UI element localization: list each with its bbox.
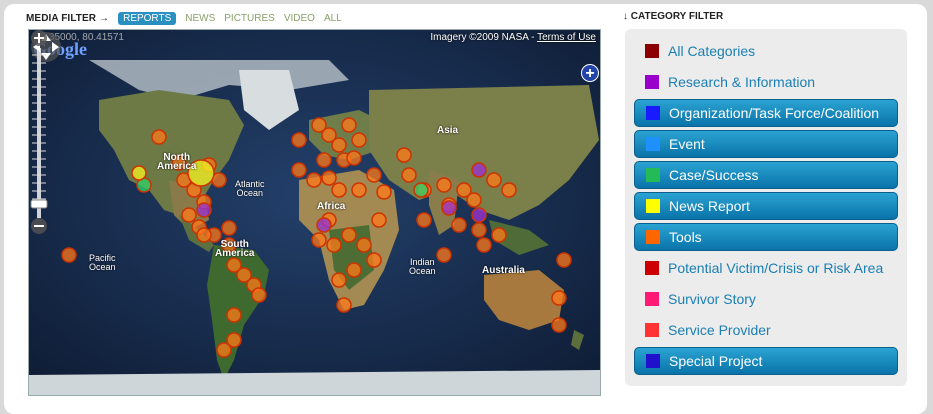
overview-map-button[interactable]: + — [581, 64, 599, 82]
label-atlantic-ocean: Atlantic Ocean — [235, 179, 265, 198]
category-swatch — [646, 106, 660, 120]
category-swatch — [645, 292, 659, 306]
label-south-america: South America — [215, 239, 255, 259]
tab-pictures[interactable]: PICTURES — [224, 13, 275, 24]
category-swatch — [646, 354, 660, 368]
category-tools[interactable]: Tools — [634, 223, 898, 251]
label-pacific-ocean: Pacific Ocean — [89, 253, 116, 272]
category-special-project[interactable]: Special Project — [634, 347, 898, 375]
tab-all[interactable]: ALL — [324, 13, 342, 24]
map-attribution: Imagery ©2009 NASA - Terms of Use — [430, 32, 596, 43]
category-organization-task-force[interactable]: Organization/Task Force/Coalition — [634, 99, 898, 127]
category-swatch — [645, 261, 659, 275]
tab-news[interactable]: NEWS — [185, 13, 215, 24]
category-swatch — [646, 168, 660, 182]
category-case-success[interactable]: Case/Success — [634, 161, 898, 189]
category-swatch — [645, 44, 659, 58]
label-asia: Asia — [437, 125, 459, 136]
category-swatch — [645, 75, 659, 89]
category-potential-victim[interactable]: Potential Victim/Crisis or Risk Area — [634, 254, 898, 282]
map-imagery — [29, 30, 600, 395]
media-filter-bar: MEDIA FILTER → REPORTS NEWS PICTURES VID… — [26, 11, 342, 25]
category-swatch — [645, 323, 659, 337]
tab-video[interactable]: VIDEO — [284, 13, 315, 24]
category-service-provider[interactable]: Service Provider — [634, 316, 898, 344]
label-australia: Australia — [482, 265, 525, 276]
world-map[interactable]: 78.35000, 80.41571 Google Imagery ©2009 … — [28, 29, 601, 396]
terms-of-use-link[interactable]: Terms of Use — [537, 32, 596, 43]
category-swatch — [646, 199, 660, 213]
label-africa: Africa — [317, 201, 346, 212]
category-swatch — [646, 137, 660, 151]
category-swatch — [646, 230, 660, 244]
tab-reports[interactable]: REPORTS — [118, 11, 177, 25]
category-all-categories[interactable]: All Categories — [634, 37, 898, 65]
category-filter-panel: All Categories Research & Information Or… — [625, 29, 907, 386]
category-event[interactable]: Event — [634, 130, 898, 158]
label-north-america: North America — [157, 152, 197, 172]
category-news-report[interactable]: News Report — [634, 192, 898, 220]
category-research-information[interactable]: Research & Information — [634, 68, 898, 96]
category-survivor-story[interactable]: Survivor Story — [634, 285, 898, 313]
label-indian-ocean: Indian Ocean — [409, 257, 436, 276]
category-filter-title: ↓ CATEGORY FILTER — [623, 11, 724, 22]
zoom-slider[interactable] — [29, 30, 49, 235]
media-filter-label: MEDIA FILTER → — [26, 12, 110, 24]
